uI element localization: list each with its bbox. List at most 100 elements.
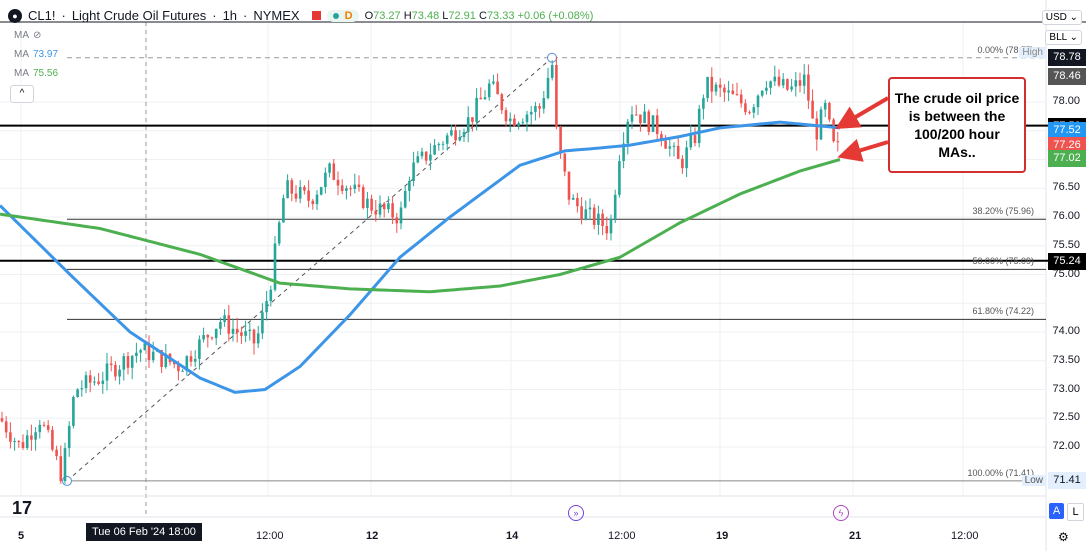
- annotation-callout[interactable]: The crude oil price is between the 100/2…: [888, 77, 1026, 173]
- candle-body: [689, 135, 693, 148]
- candle-body: [492, 81, 495, 84]
- symbol[interactable]: CL1!: [28, 8, 55, 23]
- candle-body: [555, 65, 558, 127]
- ma-100-line: [0, 120, 841, 394]
- collapse-indicators-button[interactable]: ^: [10, 85, 34, 103]
- candle-body: [668, 146, 672, 149]
- candle-body: [706, 76, 709, 99]
- candle-body: [403, 190, 407, 208]
- candle-body: [798, 80, 802, 86]
- price-tick: 73.50: [1052, 353, 1080, 366]
- candle-body: [454, 130, 457, 141]
- ma-indicator-100[interactable]: MA 73.97: [10, 49, 58, 60]
- candle-body: [676, 145, 680, 159]
- candle-body: [244, 331, 247, 336]
- candle-body: [529, 111, 533, 115]
- interval[interactable]: 1h: [223, 8, 237, 23]
- ma-indicator-200[interactable]: MA 75.56: [10, 68, 58, 79]
- candle-body: [93, 381, 96, 383]
- unit-select[interactable]: BLL ⌄: [1045, 30, 1082, 45]
- candle-body: [643, 111, 646, 124]
- candle-body: [130, 356, 134, 368]
- eye-off-icon[interactable]: ⊘: [33, 30, 41, 41]
- candle-body: [51, 429, 54, 450]
- price-tick: 72.50: [1052, 411, 1080, 424]
- candle-body: [67, 425, 71, 449]
- ma-indicator-hidden[interactable]: MA ⊘: [10, 30, 41, 41]
- candle-body: [361, 187, 365, 208]
- candle-body: [500, 94, 504, 111]
- delay-badge: D: [344, 9, 353, 22]
- candle-body: [395, 217, 399, 224]
- candle-body: [0, 418, 4, 422]
- time-tick: 12:00: [608, 530, 636, 542]
- candle-body: [823, 102, 827, 110]
- tradingview-logo[interactable]: 17: [12, 498, 32, 519]
- candle-body: [76, 389, 79, 398]
- candle-body: [828, 102, 831, 120]
- candle-body: [235, 328, 239, 333]
- candle-body: [109, 363, 113, 365]
- candle-body: [513, 118, 516, 126]
- candle-body: [651, 115, 655, 132]
- candle-body: [282, 198, 285, 223]
- candle-body: [550, 65, 554, 78]
- settings-icon[interactable]: ⚙: [1058, 530, 1069, 544]
- candle-body: [336, 179, 340, 186]
- candle-body: [739, 94, 743, 104]
- candle-body: [479, 97, 483, 100]
- candle-body: [723, 87, 726, 93]
- price-tick: 76.00: [1052, 210, 1080, 222]
- candle-body: [710, 76, 714, 92]
- currency-select[interactable]: USD ⌄: [1041, 10, 1082, 25]
- candle-body: [265, 301, 268, 313]
- candle-body: [328, 163, 331, 173]
- time-tick: 12:00: [951, 530, 979, 542]
- candle-body: [697, 108, 701, 144]
- candle-body: [324, 172, 327, 188]
- candle-body: [794, 80, 798, 87]
- low-price-label: 71.41: [1048, 472, 1086, 489]
- price-label: 77.02: [1048, 150, 1086, 168]
- flag-icon[interactable]: [311, 11, 321, 20]
- price-tick: 74.00: [1052, 325, 1080, 337]
- candle-body: [303, 187, 306, 191]
- candle-body: [202, 334, 205, 340]
- event-icon[interactable]: »: [568, 505, 584, 521]
- candle-body: [504, 110, 508, 122]
- candle-body: [760, 90, 764, 96]
- candle-body: [441, 143, 445, 145]
- candle-body: [458, 137, 462, 141]
- candle-body: [613, 194, 617, 219]
- candle-body: [815, 118, 819, 140]
- candle-body: [496, 81, 499, 95]
- candle-body: [769, 81, 772, 88]
- log-scale-button[interactable]: L: [1067, 503, 1084, 521]
- candle-body: [345, 188, 348, 192]
- candle-body: [597, 213, 600, 225]
- ma-200-line: [0, 158, 841, 294]
- candle-body: [210, 337, 214, 339]
- candle-body: [84, 375, 88, 389]
- price-tick: 75.50: [1052, 238, 1080, 251]
- candle-body: [718, 84, 722, 88]
- arrow-to-200ma: [837, 138, 889, 162]
- price-tick: 73.00: [1052, 382, 1080, 395]
- candle-body: [59, 456, 63, 482]
- time-tick: 12: [366, 530, 379, 542]
- candle-body: [240, 332, 243, 336]
- candle-body: [487, 83, 491, 98]
- market-status[interactable]: D: [326, 9, 359, 22]
- price-tick: 76.50: [1052, 181, 1080, 194]
- earnings-flash-icon[interactable]: ϟ: [833, 505, 849, 521]
- candle-body: [424, 151, 428, 161]
- candle-body: [807, 74, 810, 101]
- candle-body: [609, 218, 613, 234]
- exchange: NYMEX: [253, 8, 300, 23]
- candle-body: [786, 79, 789, 90]
- auto-scale-button[interactable]: A: [1049, 503, 1064, 519]
- candle-body: [727, 90, 730, 93]
- candle-body: [17, 441, 21, 443]
- candle-body: [277, 222, 281, 244]
- candle-body: [101, 380, 105, 384]
